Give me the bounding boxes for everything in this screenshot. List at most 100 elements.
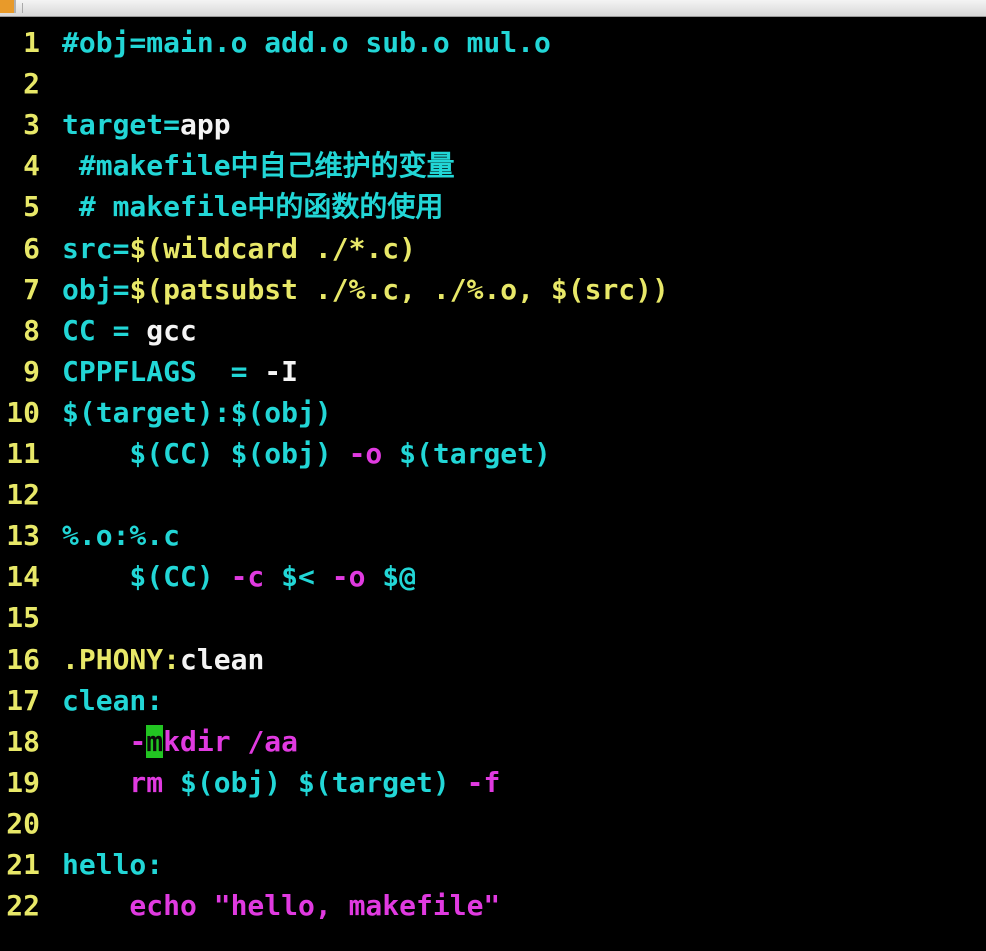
code-line[interactable]: 3 target=app	[0, 104, 231, 145]
code-token: .PHONY:	[62, 642, 181, 676]
code-token: hello:	[62, 848, 164, 881]
code-token: app	[180, 108, 231, 142]
line-number: 13	[6, 519, 40, 553]
line-number: 15	[6, 601, 40, 635]
line-number: 22	[6, 889, 40, 923]
code-token: obj=	[62, 272, 130, 306]
code-line[interactable]: 18 -mkdir /aa	[0, 721, 298, 762]
line-number: 12	[6, 478, 40, 512]
code-line[interactable]: 17 clean:	[0, 680, 163, 721]
code-token: rm	[62, 765, 181, 799]
line-content[interactable]: $(CC) -c $< -o $@	[62, 556, 416, 597]
line-content[interactable]: obj=$(patsubst ./%.c, ./%.o, $(src))	[62, 269, 669, 310]
code-line[interactable]: 11 $(CC) $(obj) -o $(target)	[0, 433, 551, 474]
code-token: $(target)	[382, 437, 551, 470]
code-token: CPPFLAGS =	[62, 354, 265, 388]
code-editor[interactable]: 1 #obj=main.o add.o sub.o mul.o 2 3 target=a…	[0, 22, 986, 951]
line-number: 2	[23, 67, 40, 101]
line-number: 7	[23, 272, 40, 306]
line-content[interactable]: rm $(obj) $(target) -f	[62, 762, 500, 803]
code-token: clean	[180, 642, 265, 676]
code-token: $@	[365, 560, 417, 594]
line-number: 11	[6, 437, 40, 470]
line-number: 3	[23, 108, 40, 142]
code-line[interactable]: 7 obj=$(patsubst ./%.c, ./%.o, $(src))	[0, 269, 669, 310]
code-token: $(patsubst ./%.c, ./%.o, $(src))	[129, 272, 669, 306]
code-token: src=	[62, 231, 130, 265]
app-icon[interactable]	[0, 0, 16, 13]
code-token: echo "hello, makefile"	[62, 889, 501, 923]
code-token: %.o:%.c	[62, 519, 181, 553]
code-line[interactable]: 13 %.o:%.c	[0, 515, 180, 556]
text-cursor: m	[146, 724, 164, 758]
code-line[interactable]: 22 echo "hello, makefile"	[0, 885, 500, 926]
line-number: 19	[6, 765, 40, 799]
code-line[interactable]: 14 $(CC) -c $< -o $@	[0, 556, 416, 597]
code-line[interactable]: 21 hello:	[0, 844, 163, 885]
code-token: -o	[331, 560, 366, 594]
code-token: -c	[230, 560, 265, 594]
line-content[interactable]: # makefile中的函数的使用	[62, 186, 444, 227]
line-content[interactable]: $(target):$(obj)	[62, 392, 332, 433]
code-line[interactable]: 12	[0, 474, 62, 515]
window-titlebar	[0, 0, 986, 17]
line-number: 9	[23, 354, 40, 388]
code-line[interactable]: 2	[0, 63, 62, 104]
code-token: #obj=main.o add.o sub.o mul.o	[62, 26, 551, 59]
code-token: CC =	[62, 313, 147, 347]
code-token: #makefile中自己维护的变量	[62, 149, 455, 183]
code-token: kdir /aa	[163, 724, 299, 758]
code-line[interactable]: 1 #obj=main.o add.o sub.o mul.o	[0, 22, 551, 63]
line-content[interactable]: echo "hello, makefile"	[62, 885, 500, 926]
code-line[interactable]: 5 # makefile中的函数的使用	[0, 186, 443, 227]
line-content[interactable]: target=app	[62, 104, 231, 145]
line-number: 17	[6, 683, 40, 717]
line-content[interactable]: .PHONY:clean	[62, 639, 264, 680]
line-number: 4	[23, 149, 40, 183]
line-content[interactable]: CC = gcc	[62, 310, 197, 351]
line-number: 8	[23, 313, 40, 347]
line-number: 10	[6, 395, 40, 429]
line-content[interactable]: src=$(wildcard ./*.c)	[62, 228, 416, 269]
code-token: $(CC)	[62, 560, 231, 594]
line-content[interactable]: $(CC) $(obj) -o $(target)	[62, 433, 551, 474]
code-line[interactable]: 8 CC = gcc	[0, 310, 197, 351]
code-token: $<	[264, 560, 332, 594]
line-content[interactable]: CPPFLAGS = -I	[62, 351, 298, 392]
code-token: $(target):$(obj)	[62, 395, 332, 429]
code-token: gcc	[146, 313, 197, 347]
code-line[interactable]: 4 #makefile中自己维护的变量	[0, 145, 455, 186]
code-token: -	[129, 724, 147, 758]
line-content[interactable]: #makefile中自己维护的变量	[62, 145, 455, 186]
line-number: 18	[6, 724, 40, 758]
code-token: # makefile中的函数的使用	[62, 190, 444, 224]
code-line[interactable]: 10 $(target):$(obj)	[0, 392, 332, 433]
line-number: 1	[23, 26, 40, 59]
line-number: 21	[6, 848, 40, 881]
toolbar-separator	[22, 3, 23, 13]
code-line[interactable]: 15	[0, 597, 62, 638]
code-token: $(obj) $(target)	[180, 765, 467, 799]
line-content[interactable]: clean:	[62, 680, 163, 721]
line-content[interactable]: #obj=main.o add.o sub.o mul.o	[62, 22, 551, 63]
code-token: clean:	[62, 683, 164, 717]
line-number: 5	[23, 190, 40, 224]
code-line[interactable]: 9 CPPFLAGS = -I	[0, 351, 298, 392]
code-line[interactable]: 19 rm $(obj) $(target) -f	[0, 762, 500, 803]
line-content[interactable]: %.o:%.c	[62, 515, 180, 556]
code-token: -o	[348, 437, 383, 470]
line-number: 6	[23, 231, 40, 265]
line-content[interactable]: -mkdir /aa	[62, 721, 298, 762]
code-token: -I	[264, 354, 299, 388]
code-line[interactable]: 20	[0, 803, 62, 844]
code-line[interactable]: 6 src=$(wildcard ./*.c)	[0, 228, 416, 269]
line-number: 16	[6, 642, 40, 676]
line-number: 20	[6, 806, 40, 840]
code-token: -f	[466, 765, 501, 799]
code-line[interactable]: 16 .PHONY:clean	[0, 639, 264, 680]
line-number: 14	[6, 560, 40, 594]
code-token: target=	[62, 108, 181, 142]
code-token: $(CC) $(obj)	[62, 437, 349, 470]
line-content[interactable]: hello:	[62, 844, 163, 885]
